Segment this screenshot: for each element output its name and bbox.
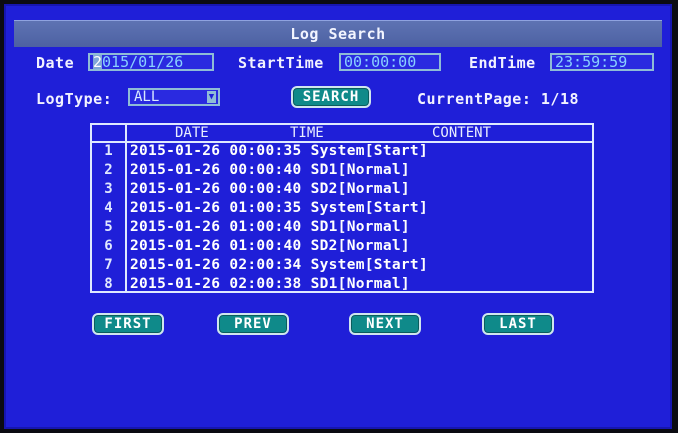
row-number: 5	[104, 219, 113, 235]
table-row[interactable]: 4 2015-01-26 01:00:35 System[Start]	[92, 199, 592, 218]
search-button[interactable]: SEARCH	[291, 86, 371, 108]
table-row[interactable]: 1 2015-01-26 00:00:35 System[Start]	[92, 142, 592, 161]
table-row[interactable]: 8 2015-01-26 02:00:38 SD1[Normal]	[92, 275, 592, 294]
table-row[interactable]: 3 2015-01-26 00:00:40 SD2[Normal]	[92, 180, 592, 199]
row-entry: 2015-01-26 02:00:34 System[Start]	[130, 257, 428, 273]
table-row[interactable]: 6 2015-01-26 01:00:40 SD2[Normal]	[92, 237, 592, 256]
logtype-label: LogType:	[36, 90, 113, 108]
end-time-field[interactable]: 23:59:59	[550, 53, 654, 71]
chevron-down-icon: ▼	[207, 91, 216, 103]
date-cursor-char: 2	[93, 53, 103, 71]
last-page-button[interactable]: LAST	[482, 313, 554, 335]
dvr-screen: Log Search Date 2015/01/26 StartTime 00:…	[4, 4, 672, 429]
column-header-content: CONTENT	[432, 125, 492, 141]
first-page-button[interactable]: FIRST	[92, 313, 164, 335]
log-table: DATE TIME CONTENT 1 2015-01-26 00:00:35 …	[90, 123, 594, 293]
row-entry: 2015-01-26 00:00:35 System[Start]	[130, 143, 428, 159]
column-header-date: DATE	[175, 125, 209, 141]
row-entry: 2015-01-26 01:00:40 SD2[Normal]	[130, 238, 410, 254]
row-number: 4	[104, 200, 113, 216]
row-entry: 2015-01-26 01:00:40 SD1[Normal]	[130, 219, 410, 235]
next-page-button[interactable]: NEXT	[349, 313, 421, 335]
date-value-rest: 015/01/26	[102, 53, 184, 71]
start-time-field[interactable]: 00:00:00	[339, 53, 441, 71]
start-time-label: StartTime	[238, 54, 324, 72]
row-number: 2	[104, 162, 113, 178]
row-entry: 2015-01-26 01:00:35 System[Start]	[130, 200, 428, 216]
logtype-value: ALL	[134, 89, 160, 105]
column-header-time: TIME	[290, 125, 324, 141]
row-number: 6	[104, 238, 113, 254]
table-row[interactable]: 7 2015-01-26 02:00:34 System[Start]	[92, 256, 592, 275]
row-number: 8	[104, 276, 113, 292]
date-label: Date	[36, 54, 75, 72]
logtype-select[interactable]: ALL ▼	[128, 88, 220, 106]
row-entry: 2015-01-26 00:00:40 SD1[Normal]	[130, 162, 410, 178]
table-row[interactable]: 2 2015-01-26 00:00:40 SD1[Normal]	[92, 161, 592, 180]
table-row[interactable]: 5 2015-01-26 01:00:40 SD1[Normal]	[92, 218, 592, 237]
row-number: 3	[104, 181, 113, 197]
row-number: 7	[104, 257, 113, 273]
current-page-label: CurrentPage: 1/18	[417, 90, 580, 108]
row-entry: 2015-01-26 00:00:40 SD2[Normal]	[130, 181, 410, 197]
prev-page-button[interactable]: PREV	[217, 313, 289, 335]
window-title: Log Search	[14, 20, 662, 47]
row-number: 1	[104, 143, 113, 159]
date-field[interactable]: 2015/01/26	[88, 53, 214, 71]
end-time-label: EndTime	[469, 54, 536, 72]
row-entry: 2015-01-26 02:00:38 SD1[Normal]	[130, 276, 410, 292]
